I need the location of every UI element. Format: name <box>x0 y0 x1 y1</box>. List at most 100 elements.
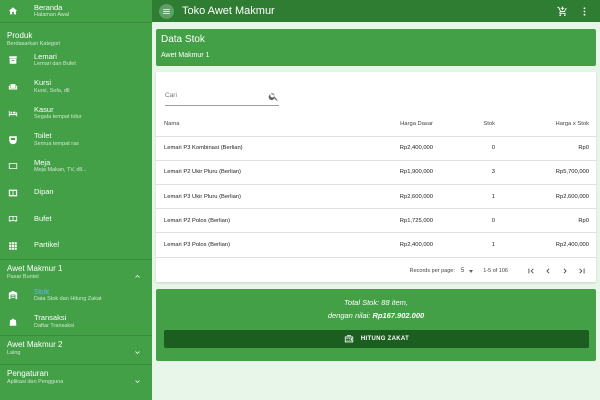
sidebar-section-produk: Produk Berdasarkan Kategori <box>0 23 152 47</box>
page-subtitle: Awet Makmur 1 <box>161 52 210 59</box>
bed-icon <box>8 108 18 118</box>
group-title: Awet Makmur 2 <box>7 340 63 349</box>
table-row[interactable]: Lemari P2 Ukir Pluru (Berlian) Rp1,900,0… <box>156 160 596 186</box>
sidebar-item-sublabel: Meja Makan, TV, dll... <box>34 167 87 174</box>
sidebar-group-awet-makmur-2[interactable]: Awet Makmur 2 Laing <box>0 336 152 364</box>
column-header-harga-dasar[interactable]: Harga Dasar <box>351 112 433 137</box>
page-title: Data Stok <box>161 34 205 45</box>
pagination-range: 1-5 of 106 <box>483 268 508 274</box>
group-subtitle: Pasar Buntet <box>7 274 39 280</box>
sidebar-item-dipan[interactable]: Dipan <box>0 180 152 207</box>
table-pagination: Records per page: 5 1-5 of 106 <box>156 261 596 281</box>
divan-icon <box>8 188 18 198</box>
stock-table-card: Nama Harga Dasar Stok Harga x Stok Lemar… <box>156 72 596 282</box>
sidebar-item-label: Partikel <box>34 240 60 250</box>
rows-per-page-select[interactable]: 5 <box>460 268 474 274</box>
more-options-button[interactable] <box>578 5 590 17</box>
cell-harga-dasar: Rp2,400,000 <box>351 136 433 161</box>
rows-per-page-label: Records per page: <box>409 268 455 274</box>
sidebar-item-lemari[interactable]: Lemari Lemari dan Bufet <box>0 47 152 74</box>
column-header-stok[interactable]: Stok <box>433 112 495 137</box>
sidebar-item-transaksi[interactable]: Transaksi Daftar Transaksi <box>0 309 152 336</box>
total-value-amount: Rp167.902.000 <box>372 311 425 320</box>
table-row[interactable]: Lemari P2 Polos (Berlian) Rp1,725,000 0 … <box>156 208 596 234</box>
more-vertical-icon <box>583 6 585 16</box>
shopping-bag-icon <box>8 317 18 327</box>
menu-button[interactable] <box>159 3 174 19</box>
sidebar: Beranda Halaman Awal Produk Berdasarkan … <box>0 0 152 400</box>
table-header-row: Nama Harga Dasar Stok Harga x Stok <box>156 112 596 137</box>
cell-stok: 1 <box>433 232 495 258</box>
chevron-left-icon <box>546 268 550 274</box>
app-title: Toko Awet Makmur <box>182 5 275 17</box>
hitung-zakat-button[interactable]: HITUNG ZAKAT <box>164 330 589 348</box>
sidebar-item-sublabel: Lemari dan Bufet <box>34 61 76 68</box>
add-shopping-cart-icon <box>556 5 567 16</box>
warehouse-icon <box>8 290 18 300</box>
last-page-button[interactable] <box>576 265 588 277</box>
stock-summary-card: Total Stok: 88 item, dengan nilai: Rp167… <box>156 289 596 361</box>
sidebar-item-bufet[interactable]: Bufet <box>0 206 152 233</box>
calculator-icon <box>344 334 354 344</box>
home-icon <box>8 6 18 16</box>
toilet-icon <box>8 135 18 145</box>
sidebar-item-label: Dipan <box>34 187 54 197</box>
sidebar-group-pengaturan[interactable]: Pengaturan Aplikasi dan Pengguna <box>0 365 152 393</box>
table-row[interactable]: Lemari P3 Polos (Berlian) Rp2,400,000 1 … <box>156 232 596 258</box>
sidebar-item-label: Bufet <box>34 213 52 223</box>
total-value-label: dengan nilai: <box>327 311 373 320</box>
search-box <box>165 84 279 106</box>
column-header-harga-x-stok[interactable]: Harga x Stok <box>495 112 596 137</box>
cell-harga-x-stok: Rp0 <box>495 208 596 234</box>
cell-nama: Lemari P3 Kombinasi (Berlian) <box>156 136 351 161</box>
sidebar-item-beranda[interactable]: Beranda Halaman Awal <box>0 0 152 22</box>
sidebar-item-label: Beranda <box>34 2 63 12</box>
sidebar-item-stok[interactable]: Stok Data Stok dan Hitung Zakat <box>0 282 152 309</box>
cell-nama: Lemari P3 Polos (Berlian) <box>156 232 351 258</box>
first-page-button[interactable] <box>525 265 537 277</box>
cell-harga-x-stok: Rp2,400,000 <box>495 232 596 258</box>
sidebar-item-label: Transaksi <box>34 313 67 323</box>
cell-stok: 0 <box>433 136 495 161</box>
sidebar-group-awet-makmur-1[interactable]: Awet Makmur 1 Pasar Buntet <box>0 260 152 282</box>
first-page-icon <box>528 268 534 274</box>
cell-nama: Lemari P2 Ukir Pluru (Berlian) <box>156 160 351 186</box>
search-icon[interactable] <box>268 89 279 101</box>
page-header: Data Stok Awet Makmur 1 <box>156 29 596 66</box>
table-row[interactable]: Lemari P3 Kombinasi (Berlian) Rp2,400,00… <box>156 136 596 161</box>
search-input[interactable] <box>165 85 260 106</box>
chevron-down-icon <box>133 344 142 354</box>
sidebar-item-sublabel: Halaman Awal <box>34 12 70 19</box>
sidebar-item-kasur[interactable]: Kasur Segala tempat tidur <box>0 100 152 127</box>
sidebar-item-label: Stok <box>34 286 50 296</box>
sidebar-item-sublabel: Kursi, Sofa, dll <box>34 87 70 94</box>
sidebar-item-meja[interactable]: Meja Meja Makan, TV, dll... <box>0 153 152 180</box>
group-subtitle: Laing <box>7 350 21 356</box>
cell-harga-x-stok: Rp2,600,000 <box>495 184 596 210</box>
previous-page-button[interactable] <box>542 265 554 277</box>
sidebar-item-label: Toilet <box>34 131 52 141</box>
sidebar-item-sublabel: Data Stok dan Hitung Zakat <box>34 296 102 303</box>
sidebar-item-kursi[interactable]: Kursi Kursi, Sofa, dll <box>0 74 152 101</box>
rows-per-page-value: 5 <box>460 268 465 274</box>
tv-table-icon <box>8 161 18 171</box>
cell-harga-dasar: Rp2,400,000 <box>351 232 433 258</box>
chevron-down-icon <box>133 373 142 383</box>
cart-button[interactable] <box>556 5 568 17</box>
total-stock-text: Total Stok: 88 item, <box>344 298 408 307</box>
sidebar-item-sublabel: Semua tempat ras <box>34 140 79 147</box>
cell-stok: 1 <box>433 184 495 210</box>
section-title: Produk <box>7 31 33 40</box>
table-row[interactable]: Lemari P3 Ukir Pluru (Berlian) Rp2,600,0… <box>156 184 596 210</box>
sidebar-item-sublabel: Segala tempat tidur <box>34 114 82 121</box>
next-page-button[interactable] <box>559 265 571 277</box>
cell-harga-dasar: Rp1,725,000 <box>351 208 433 234</box>
sidebar-item-label: Kasur <box>34 104 54 114</box>
cell-harga-dasar: Rp1,900,000 <box>351 160 433 186</box>
sidebar-item-partikel[interactable]: Partikel <box>0 233 152 260</box>
column-header-nama[interactable]: Nama <box>156 112 351 137</box>
cabinet-icon <box>8 55 18 65</box>
group-title: Awet Makmur 1 <box>7 264 63 273</box>
cell-nama: Lemari P2 Polos (Berlian) <box>156 208 351 234</box>
sidebar-item-toilet[interactable]: Toilet Semua tempat ras <box>0 127 152 154</box>
